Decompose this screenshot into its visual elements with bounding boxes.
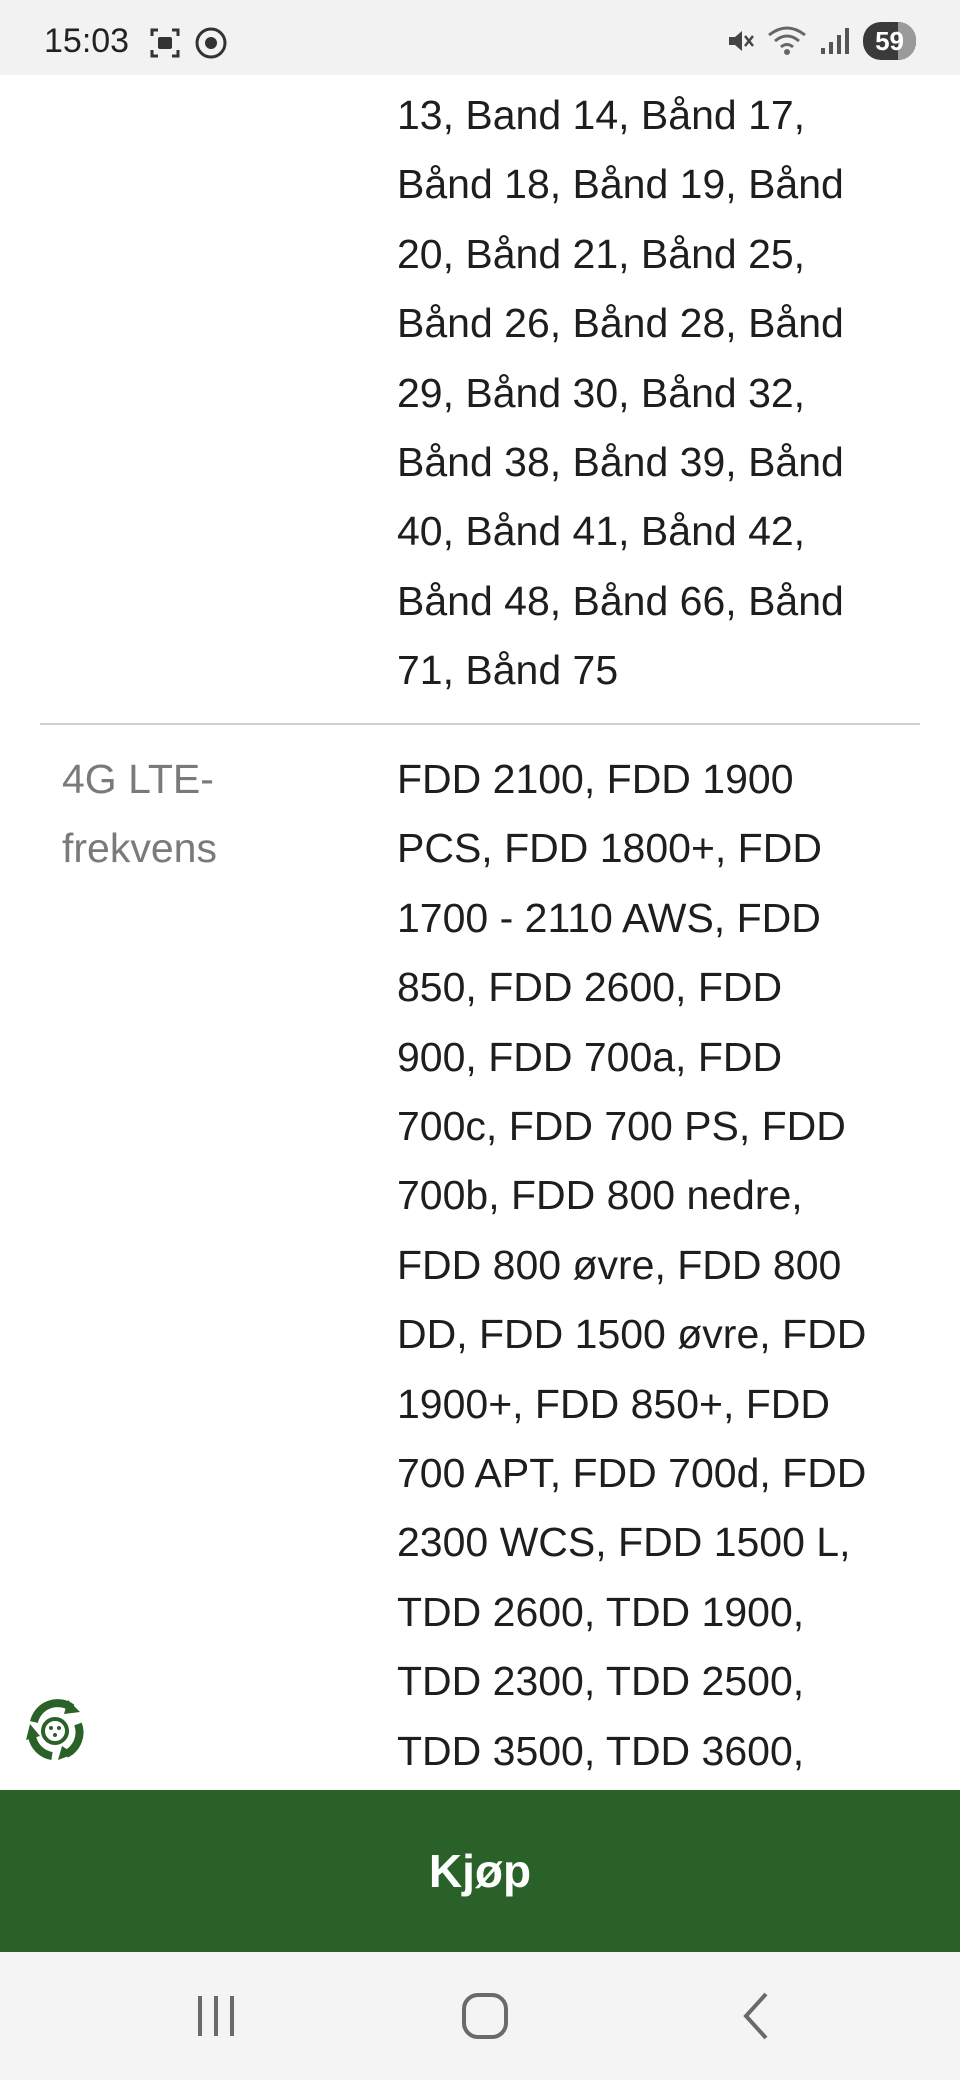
battery-indicator: 59: [863, 22, 916, 60]
signal-icon: [821, 28, 850, 54]
screenshot-icon: [150, 28, 180, 58]
mute-icon: [729, 31, 755, 51]
spec-table[interactable]: 13, Band 14, Bånd 17, Bånd 18, Bånd 19, …: [0, 75, 960, 1790]
wifi-icon: [768, 26, 806, 55]
battery-level: 59: [875, 26, 904, 56]
buy-button-label: Kjøp: [428, 1845, 532, 1897]
system-nav-bar: [0, 1952, 960, 2080]
recent-apps-icon[interactable]: [192, 1988, 240, 2044]
eco-badge[interactable]: [0, 1612, 112, 1790]
supported-bands-value: 13, Band 14, Bånd 17, Bånd 18, Bånd 19, …: [397, 92, 844, 694]
lte-frequency-label: 4G LTE- frekvens: [62, 756, 217, 872]
row-divider: [40, 723, 920, 725]
home-icon[interactable]: [460, 1988, 510, 2044]
status-time: 15:03: [44, 22, 130, 60]
lte-frequency-value: FDD 2100, FDD 1900 PCS, FDD 1800+, FDD 1…: [397, 756, 867, 1774]
status-bar: 15:03 59: [0, 0, 960, 75]
camera-icon: [195, 27, 227, 59]
back-icon[interactable]: [736, 1988, 776, 2044]
recycle-icon[interactable]: [16, 1692, 96, 1772]
buy-button[interactable]: Kjøp: [0, 1790, 960, 1952]
